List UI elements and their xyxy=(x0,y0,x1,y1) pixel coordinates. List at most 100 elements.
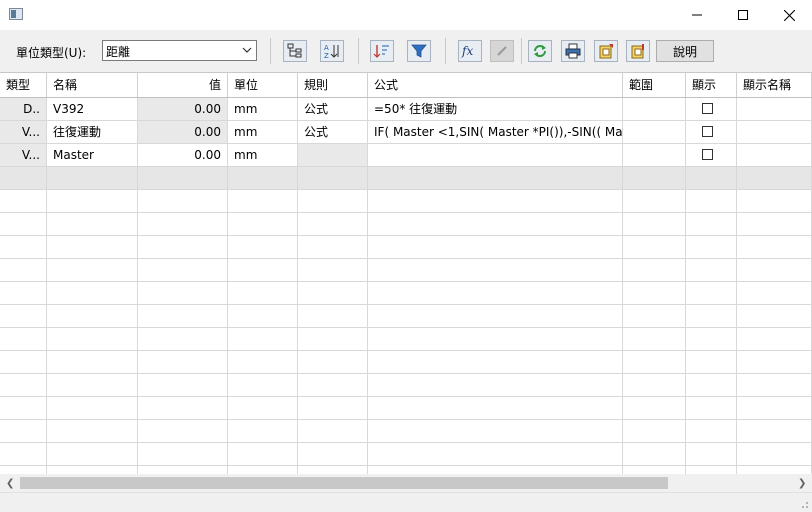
empty-cell xyxy=(368,190,623,212)
empty-cell xyxy=(298,305,368,327)
column-header-display-name[interactable]: 顯示名稱 xyxy=(737,73,812,97)
cell-range[interactable] xyxy=(623,167,686,189)
empty-cell xyxy=(0,236,47,258)
cell-name[interactable]: 往復運動 xyxy=(47,121,138,143)
table-header: 類型 名稱 值 單位 規則 公式 範圍 顯示 顯示名稱 xyxy=(0,73,812,98)
table-row[interactable]: V... Master 0.00 mm xyxy=(0,144,812,167)
maximize-button[interactable] xyxy=(720,0,766,30)
export-icon xyxy=(599,44,613,59)
column-header-range[interactable]: 範圍 xyxy=(623,73,686,97)
empty-cell xyxy=(138,305,228,327)
show-checkbox[interactable] xyxy=(702,149,713,160)
table-row[interactable]: D.. V392 0.00 mm 公式 =50* 往復運動 xyxy=(0,98,812,121)
empty-row xyxy=(0,397,812,420)
title-bar xyxy=(0,0,812,30)
empty-cell xyxy=(298,420,368,442)
empty-cell xyxy=(47,374,138,396)
cell-display-name[interactable] xyxy=(737,98,812,120)
cell-name[interactable]: V392 xyxy=(47,98,138,120)
scroll-right-icon[interactable]: ❯ xyxy=(798,478,806,489)
cell-type[interactable]: D.. xyxy=(0,98,47,120)
sort-az-button[interactable]: AZ xyxy=(320,40,344,62)
cell-display-name[interactable] xyxy=(737,121,812,143)
cell-display-name[interactable] xyxy=(737,144,812,166)
scrollbar-thumb[interactable] xyxy=(20,477,668,489)
scroll-left-icon[interactable]: ❮ xyxy=(6,478,14,489)
cell-range[interactable] xyxy=(623,98,686,120)
minimize-button[interactable] xyxy=(674,0,720,30)
refresh-button[interactable] xyxy=(528,40,552,62)
empty-row xyxy=(0,213,812,236)
cell-value[interactable]: 0.00 xyxy=(138,144,228,166)
table-row[interactable]: V... 往復運動 0.00 mm 公式 IF( Master <1,SIN( … xyxy=(0,121,812,144)
empty-cell xyxy=(228,213,298,235)
new-row[interactable] xyxy=(0,167,812,190)
cell-rule[interactable] xyxy=(298,144,368,166)
edit-button[interactable] xyxy=(490,40,514,62)
empty-cell xyxy=(0,259,47,281)
cell-show[interactable] xyxy=(686,167,737,189)
print-button[interactable] xyxy=(561,40,585,62)
formula-button[interactable]: fx xyxy=(458,40,482,62)
show-checkbox[interactable] xyxy=(702,126,713,137)
column-header-name[interactable]: 名稱 xyxy=(47,73,138,97)
empty-cell xyxy=(298,328,368,350)
empty-cell xyxy=(0,397,47,419)
import-button[interactable] xyxy=(626,40,650,62)
cell-value[interactable]: 0.00 xyxy=(138,121,228,143)
help-button[interactable]: 說明 xyxy=(656,40,714,62)
sort-order-icon xyxy=(373,45,389,58)
empty-cell xyxy=(228,443,298,465)
column-header-rule[interactable]: 規則 xyxy=(298,73,368,97)
empty-cell xyxy=(298,213,368,235)
cell-value[interactable]: 0.00 xyxy=(138,98,228,120)
empty-cell xyxy=(298,443,368,465)
cell-unit[interactable]: mm xyxy=(228,98,298,120)
tree-view-button[interactable] xyxy=(283,40,307,62)
filter-button[interactable] xyxy=(407,40,431,62)
empty-row xyxy=(0,259,812,282)
horizontal-scrollbar[interactable]: ❮ ❯ xyxy=(0,474,812,492)
cell-formula[interactable] xyxy=(368,167,623,189)
cell-type[interactable]: V... xyxy=(0,144,47,166)
cell-value[interactable] xyxy=(138,167,228,189)
column-header-type[interactable]: 類型 xyxy=(0,73,47,97)
export-button[interactable] xyxy=(594,40,618,62)
cell-range[interactable] xyxy=(623,144,686,166)
column-header-show[interactable]: 顯示 xyxy=(686,73,737,97)
unit-type-select[interactable]: 距離 xyxy=(102,40,257,61)
cell-type[interactable]: V... xyxy=(0,121,47,143)
svg-text:Z: Z xyxy=(324,52,329,59)
cell-formula[interactable]: IF( Master <1,SIN( Master *PI()),-SIN(( … xyxy=(368,121,623,143)
toolbar-separator xyxy=(445,38,446,64)
cell-display-name[interactable] xyxy=(737,167,812,189)
empty-cell xyxy=(228,282,298,304)
cell-name[interactable]: Master xyxy=(47,144,138,166)
empty-cell xyxy=(737,282,812,304)
cell-unit[interactable]: mm xyxy=(228,121,298,143)
cell-name[interactable] xyxy=(47,167,138,189)
empty-cell xyxy=(0,305,47,327)
cell-range[interactable] xyxy=(623,121,686,143)
column-header-unit[interactable]: 單位 xyxy=(228,73,298,97)
cell-type[interactable] xyxy=(0,167,47,189)
cell-rule[interactable] xyxy=(298,167,368,189)
cell-unit[interactable] xyxy=(228,167,298,189)
empty-cell xyxy=(138,213,228,235)
resize-grip-icon[interactable] xyxy=(799,499,809,509)
empty-cell xyxy=(686,420,737,442)
column-header-formula[interactable]: 公式 xyxy=(368,73,623,97)
show-checkbox[interactable] xyxy=(702,103,713,114)
empty-cell xyxy=(138,420,228,442)
cell-rule[interactable]: 公式 xyxy=(298,121,368,143)
column-header-value[interactable]: 值 xyxy=(138,73,228,97)
close-button[interactable] xyxy=(766,0,812,30)
cell-unit[interactable]: mm xyxy=(228,144,298,166)
cell-rule[interactable]: 公式 xyxy=(298,98,368,120)
empty-cell xyxy=(0,213,47,235)
empty-cell xyxy=(368,351,623,373)
cell-formula[interactable]: =50* 往復運動 xyxy=(368,98,623,120)
sort-order-button[interactable] xyxy=(370,40,394,62)
cell-formula[interactable] xyxy=(368,144,623,166)
toolbar-separator xyxy=(270,38,271,64)
